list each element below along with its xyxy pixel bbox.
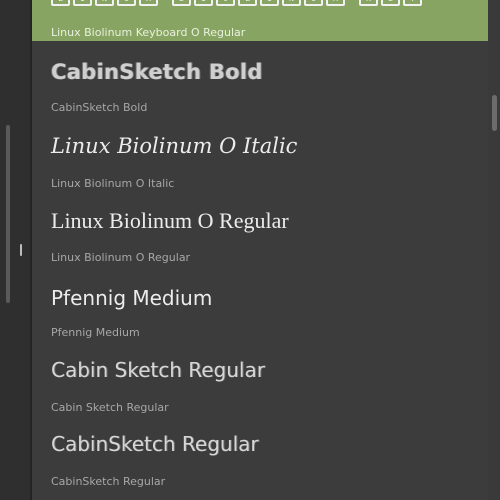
- font-list-scroll-thumb[interactable]: [492, 95, 497, 131]
- font-caption: Pfennig Medium: [51, 326, 140, 339]
- key-glyph: O: [216, 0, 235, 6]
- font-caption: CabinSketch Bold: [51, 101, 148, 114]
- font-caption: CabinSketch Regular: [51, 475, 166, 488]
- font-preview: Linux Biolinum O Italic: [51, 134, 298, 158]
- font-caption: Cabin Sketch Regular: [51, 401, 169, 414]
- key-glyph: L: [238, 0, 257, 6]
- font-list-popup: L I N U X B I O L I N U M K E Y Linux Bi…: [32, 0, 500, 500]
- font-item-cabinsketch-bold[interactable]: CabinSketch Bold CabinSketch Bold: [32, 41, 488, 118]
- key-glyph: M: [326, 0, 345, 6]
- key-glyph: U: [117, 0, 136, 6]
- keyboard-preview: L I N U X B I O L I N U M K E Y: [51, 0, 422, 6]
- key-glyph: B: [172, 0, 191, 6]
- font-caption: Linux Biolinum O Italic: [51, 177, 175, 190]
- key-glyph: Y: [403, 0, 422, 6]
- font-caption: Linux Biolinum O Regular: [51, 251, 191, 264]
- pane-resize-handle[interactable]: [20, 244, 22, 256]
- key-glyph: I: [260, 0, 279, 6]
- key-glyph: E: [381, 0, 400, 6]
- font-item-biolinum-regular[interactable]: Linux Biolinum O Regular Linux Biolinum …: [32, 193, 488, 268]
- key-glyph: N: [95, 0, 114, 6]
- key-glyph: I: [194, 0, 213, 6]
- key-glyph: N: [282, 0, 301, 6]
- left-side-panel: [0, 0, 30, 500]
- key-glyph: L: [51, 0, 70, 6]
- font-list-scrollbar[interactable]: [488, 0, 500, 500]
- key-glyph: I: [73, 0, 92, 6]
- key-glyph: K: [359, 0, 378, 6]
- font-caption: Linux Biolinum Keyboard O Regular: [51, 26, 246, 39]
- font-preview: CabinSketch Bold: [51, 60, 263, 84]
- font-picker-window: L I N U X B I O L I N U M K E Y Linux Bi…: [0, 0, 500, 500]
- left-panel-scrollbar[interactable]: [6, 125, 10, 303]
- font-preview: Linux Biolinum O Regular: [51, 208, 289, 233]
- font-preview: Pfennig Medium: [51, 286, 213, 310]
- font-item-biolinum-keyboard[interactable]: L I N U X B I O L I N U M K E Y Linux Bi…: [32, 0, 488, 41]
- font-item-biolinum-italic[interactable]: Linux Biolinum O Italic Linux Biolinum O…: [32, 118, 488, 193]
- font-item-cabin-sketch-regular[interactable]: Cabin Sketch Regular Cabin Sketch Regula…: [32, 343, 488, 417]
- font-preview: CabinSketch Regular: [51, 432, 259, 456]
- font-item-cabinsketch-regular[interactable]: CabinSketch Regular CabinSketch Regular: [32, 417, 488, 500]
- key-glyph: U: [304, 0, 323, 6]
- font-item-pfennig-medium[interactable]: Pfennig Medium Pfennig Medium: [32, 268, 488, 343]
- key-glyph: X: [139, 0, 158, 6]
- font-preview: Cabin Sketch Regular: [51, 358, 265, 382]
